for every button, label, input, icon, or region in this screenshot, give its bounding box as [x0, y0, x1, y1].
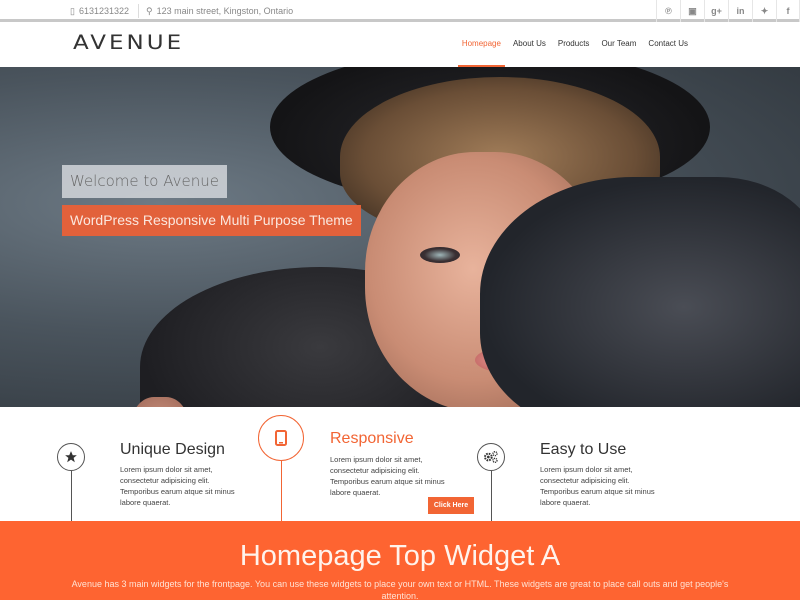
widget-text: Avenue has 3 main widgets for the frontp… [71, 579, 729, 600]
feature-title: Unique Design [120, 441, 225, 458]
feature-text: Lorem ipsum dolor sit amet, consectetur … [120, 465, 235, 507]
feature-icon-circle [477, 443, 505, 471]
nav-item-our-team[interactable]: Our Team [597, 25, 640, 67]
address: 123 main street, Kingston, Ontario [156, 6, 294, 16]
star-icon [65, 451, 77, 463]
homepage-top-widget: Homepage Top Widget A Avenue has 3 main … [0, 521, 800, 600]
feature-connector-line [281, 461, 282, 521]
hero-tagline-caption: WordPress Responsive Multi Purpose Theme [62, 205, 361, 236]
nav-item-homepage[interactable]: Homepage [457, 25, 506, 67]
mobile-icon [275, 430, 287, 446]
feature-title: Easy to Use [540, 441, 627, 458]
contact-info: ▯ 6131231322 ⚲ 123 main street, Kingston… [70, 4, 293, 18]
widget-title: Homepage Top Widget A [239, 540, 561, 572]
linkedin-icon[interactable]: in [728, 0, 752, 22]
feature-title: Responsive [330, 430, 414, 447]
hero-image-eye-left [420, 247, 460, 263]
features-section: Unique Design Lorem ipsum dolor sit amet… [0, 407, 800, 521]
twitter-icon[interactable]: ✦ [752, 0, 776, 22]
feature-connector-line [491, 471, 492, 521]
nav-item-products[interactable]: Products [554, 25, 594, 67]
hero-image-fur-right [480, 177, 800, 407]
mobile-phone-icon: ▯ [70, 5, 75, 16]
site-logo[interactable]: AVENUE [73, 32, 184, 54]
pinterest-icon[interactable]: ℗ [656, 0, 680, 22]
social-links: ℗ ▣ g+ in ✦ f [656, 0, 800, 22]
facebook-icon[interactable]: f [776, 0, 800, 22]
site-header: AVENUE Homepage About Us Products Our Te… [0, 25, 800, 67]
nav-item-about-us[interactable]: About Us [509, 25, 550, 67]
feature-icon-circle [57, 443, 85, 471]
youtube-icon[interactable]: ▣ [680, 0, 704, 22]
phone-number: 6131231322 [78, 6, 130, 16]
main-nav: Homepage About Us Products Our Team Cont… [454, 25, 692, 67]
hero-slider: Welcome to Avenue WordPress Responsive M… [0, 67, 800, 407]
click-here-button[interactable]: Click Here [428, 497, 474, 514]
google-plus-icon[interactable]: g+ [704, 0, 728, 22]
feature-text: Lorem ipsum dolor sit amet, consectetur … [330, 455, 445, 497]
cogs-icon [484, 450, 498, 463]
top-bar: ▯ 6131231322 ⚲ 123 main street, Kingston… [0, 0, 800, 22]
nav-item-contact-us[interactable]: Contact Us [644, 25, 692, 67]
feature-text: Lorem ipsum dolor sit amet, consectetur … [540, 465, 655, 507]
map-marker-icon: ⚲ [146, 5, 153, 16]
hero-welcome-caption: Welcome to Avenue [62, 165, 227, 198]
feature-icon-circle [258, 415, 304, 461]
feature-connector-line [71, 471, 72, 521]
divider [138, 4, 140, 18]
